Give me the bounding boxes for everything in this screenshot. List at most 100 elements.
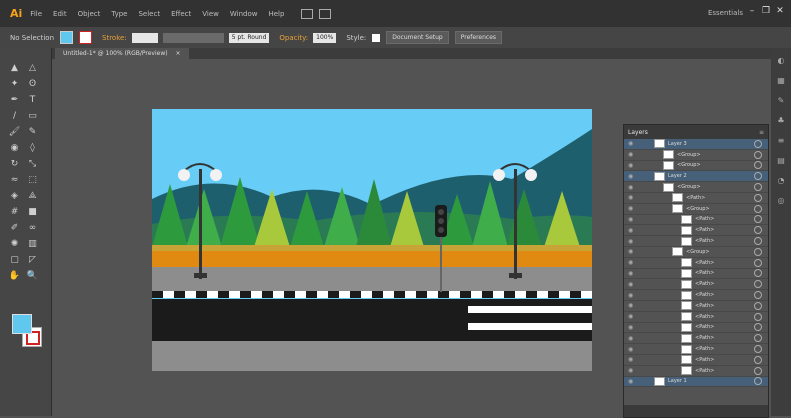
perspective-icon[interactable]: ⟁ [26, 190, 39, 203]
direct-selection-icon[interactable]: △ [26, 62, 39, 75]
stroke-swatch[interactable] [79, 31, 93, 44]
visibility-icon[interactable]: ◉ [628, 162, 635, 169]
visibility-icon[interactable]: ◉ [628, 292, 635, 299]
gradient-icon[interactable]: ■ [26, 206, 39, 219]
layer-row[interactable]: ◉ <Path> [624, 355, 768, 366]
target-icon[interactable] [754, 334, 762, 343]
layer-row[interactable]: ◉ Layer 2 [624, 171, 768, 183]
visibility-icon[interactable]: ◉ [628, 227, 635, 234]
preferences-button[interactable]: Preferences [454, 31, 503, 44]
eraser-icon[interactable]: ◊ [26, 142, 39, 155]
target-icon[interactable] [754, 193, 762, 202]
layer-row[interactable]: ◉ <Group> [624, 182, 768, 193]
artboard[interactable] [152, 109, 592, 371]
blob-brush-icon[interactable]: ◉ [8, 142, 21, 155]
visibility-icon[interactable]: ◉ [628, 270, 635, 277]
layer-row[interactable]: ◉ <Path> [624, 279, 768, 291]
target-icon[interactable] [754, 247, 762, 256]
menu-select[interactable]: Select [138, 10, 160, 18]
menu-view[interactable]: View [202, 10, 219, 18]
free-transform-icon[interactable]: ⬚ [26, 174, 39, 187]
pen-icon[interactable]: ✒ [8, 94, 21, 107]
visibility-icon[interactable]: ◉ [628, 302, 635, 309]
gradient-panel-icon[interactable]: ▤ [775, 156, 787, 168]
target-icon[interactable] [754, 312, 762, 321]
paintbrush-icon[interactable]: 🖌 [8, 126, 21, 139]
document-setup-button[interactable]: Document Setup [386, 31, 449, 44]
target-icon[interactable] [754, 172, 762, 181]
target-icon[interactable] [754, 345, 762, 354]
layer-row[interactable]: ◉ <Path> [624, 193, 768, 204]
layer-row[interactable]: ◉ <Path> [624, 236, 768, 247]
transparency-panel-icon[interactable]: ◔ [775, 176, 787, 188]
layer-row[interactable]: ◉ <Path> [624, 322, 768, 334]
appearance-panel-icon[interactable]: ◎ [775, 196, 787, 208]
layer-row[interactable]: ◉ <Path> [624, 333, 768, 345]
layer-row[interactable]: ◉ <Path> [624, 290, 768, 301]
visibility-icon[interactable]: ◉ [628, 184, 635, 191]
visibility-icon[interactable]: ◉ [628, 313, 635, 320]
fill-color-box[interactable] [12, 314, 32, 334]
visibility-icon[interactable]: ◉ [628, 205, 635, 212]
target-icon[interactable] [754, 301, 762, 310]
visibility-icon[interactable]: ◉ [628, 335, 635, 342]
target-icon[interactable] [754, 355, 762, 364]
target-icon[interactable] [754, 377, 762, 386]
brushes-panel-icon[interactable]: ✎ [775, 96, 787, 108]
style-swatch[interactable] [372, 33, 381, 42]
layer-row[interactable]: ◉ <Path> [624, 214, 768, 226]
visibility-icon[interactable]: ◉ [628, 151, 635, 158]
layer-row[interactable]: ◉ <Path> [624, 268, 768, 280]
brush-dropdown[interactable]: 5 pt. Round [228, 32, 270, 43]
layer-row[interactable]: ◉ Layer 1 [624, 376, 768, 388]
layer-row[interactable]: ◉ <Group> [624, 150, 768, 161]
slice-icon[interactable]: ◸ [26, 254, 39, 267]
layer-row[interactable]: ◉ <Group> [624, 247, 768, 258]
target-icon[interactable] [754, 258, 762, 267]
width-icon[interactable]: ≈ [8, 174, 21, 187]
target-icon[interactable] [754, 323, 762, 332]
target-icon[interactable] [754, 366, 762, 375]
maximize-icon[interactable]: ❐ [761, 6, 771, 16]
symbol-sprayer-icon[interactable]: ✺ [8, 238, 21, 251]
hand-icon[interactable]: ✋ [8, 270, 21, 283]
pencil-icon[interactable]: ✎ [26, 126, 39, 139]
tab-close-icon[interactable]: × [176, 50, 181, 57]
swatches-panel-icon[interactable]: ▦ [775, 76, 787, 88]
stroke-label[interactable]: Stroke: [102, 34, 127, 42]
type-icon[interactable]: T [26, 94, 39, 107]
menu-edit[interactable]: Edit [53, 10, 67, 18]
close-icon[interactable]: ✕ [775, 6, 785, 16]
arrange-documents-icon[interactable] [319, 8, 332, 19]
layer-row[interactable]: ◉ <Path> [624, 344, 768, 355]
target-icon[interactable] [754, 139, 762, 148]
line-icon[interactable]: / [8, 110, 21, 123]
target-icon[interactable] [754, 291, 762, 300]
shape-builder-icon[interactable]: ◈ [8, 190, 21, 203]
opacity-label[interactable]: Opacity: [279, 34, 308, 42]
layer-row[interactable]: ◉ <Path> [624, 258, 768, 269]
layer-row[interactable]: ◉ <Path> [624, 225, 768, 237]
selection-icon[interactable]: ▲ [8, 62, 21, 75]
visibility-icon[interactable]: ◉ [628, 238, 635, 245]
menu-object[interactable]: Object [78, 10, 101, 18]
rotate-icon[interactable]: ↻ [8, 158, 21, 171]
magic-wand-icon[interactable]: ✦ [8, 78, 21, 91]
menu-help[interactable]: Help [268, 10, 284, 18]
layer-row[interactable]: ◉ Layer 3 [624, 139, 768, 150]
variable-width-dropdown[interactable] [162, 32, 224, 43]
graph-icon[interactable]: ▥ [26, 238, 39, 251]
layer-row[interactable]: ◉ <Path> [624, 366, 768, 377]
symbols-panel-icon[interactable]: ♣ [775, 116, 787, 128]
visibility-icon[interactable]: ◉ [628, 378, 635, 385]
target-icon[interactable] [754, 215, 762, 224]
layer-row[interactable]: ◉ <Path> [624, 301, 768, 312]
target-icon[interactable] [754, 237, 762, 246]
menu-window[interactable]: Window [230, 10, 258, 18]
target-icon[interactable] [754, 183, 762, 192]
visibility-icon[interactable]: ◉ [628, 367, 635, 374]
document-tab[interactable]: Untitled-1* @ 100% (RGB/Preview) × [55, 48, 189, 59]
target-icon[interactable] [754, 161, 762, 170]
layer-row[interactable]: ◉ <Group> [624, 160, 768, 172]
visibility-icon[interactable]: ◉ [628, 346, 635, 353]
